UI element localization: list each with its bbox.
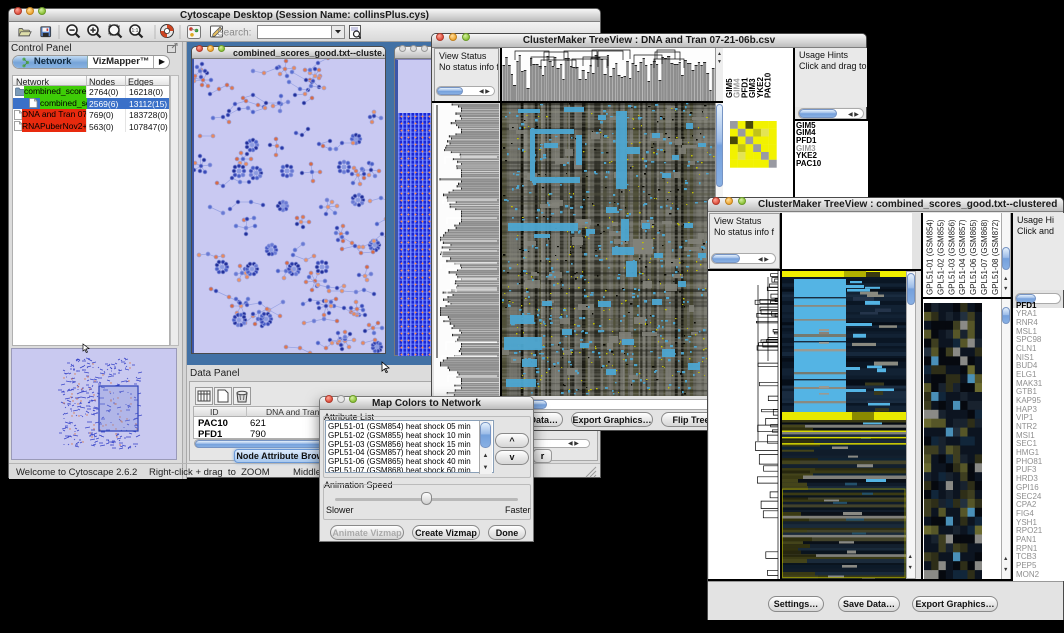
- svg-text:GPL51-01 (GSM854): GPL51-01 (GSM854): [926, 219, 935, 295]
- svg-text:GPL51-07 (GSM868): GPL51-07 (GSM868): [980, 219, 989, 295]
- svg-text:GPL51-03 (GSM856): GPL51-03 (GSM856): [947, 219, 956, 295]
- svg-text:1:1: 1:1: [132, 28, 139, 34]
- svg-text:GPL51-04 (GSM857): GPL51-04 (GSM857): [958, 219, 967, 295]
- svg-text:PAC10: PAC10: [764, 72, 773, 98]
- svg-text:GPL51-02 (GSM855): GPL51-02 (GSM855): [936, 219, 945, 295]
- svg-text:Search:: Search:: [217, 28, 251, 39]
- svg-text:GPL51-06 (GSM865): GPL51-06 (GSM865): [969, 219, 978, 295]
- svg-text:GPL51-08 (GSM872): GPL51-08 (GSM872): [991, 219, 1000, 295]
